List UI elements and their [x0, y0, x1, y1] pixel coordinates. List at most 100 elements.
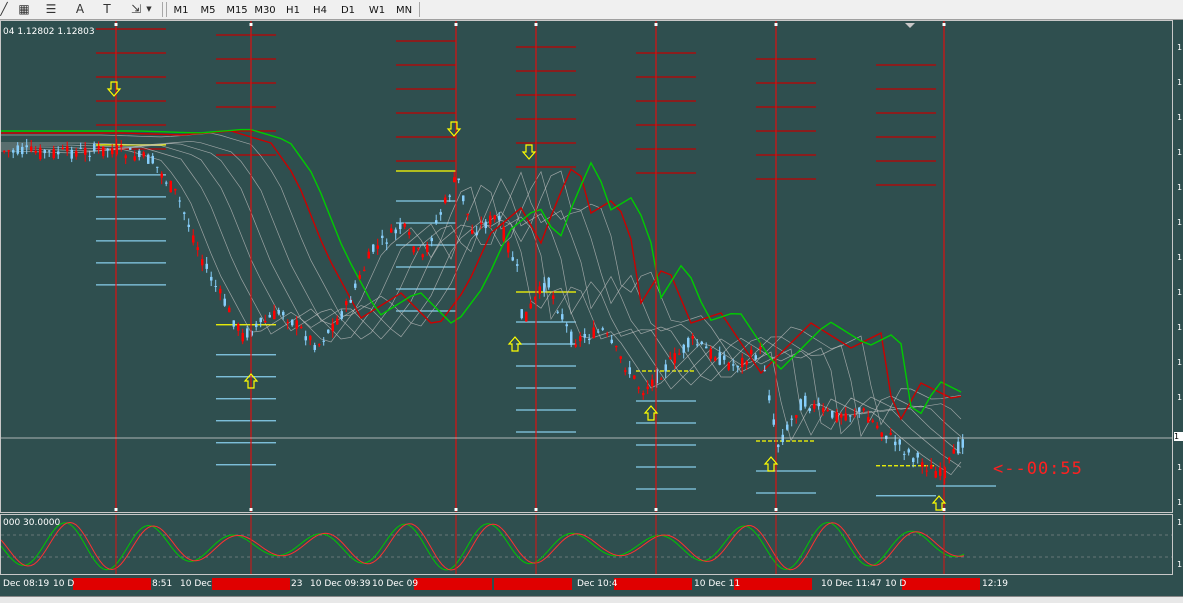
- oscillator-scale-tick: 1: [1177, 518, 1183, 527]
- candle-body: [48, 150, 51, 152]
- candle-body: [300, 326, 303, 328]
- timeframe-m30-button[interactable]: M30: [251, 1, 279, 18]
- candle-body: [259, 317, 262, 323]
- candle-body: [633, 375, 636, 379]
- candle-body: [97, 146, 100, 149]
- session-marker-label: [734, 578, 812, 590]
- candle-body: [394, 229, 397, 234]
- candle-body: [660, 378, 663, 380]
- chart-shift-marker-icon: [905, 23, 915, 28]
- candle-body: [592, 327, 595, 338]
- candle-body: [439, 212, 442, 215]
- candle-body: [30, 146, 33, 152]
- candle-body: [205, 263, 208, 269]
- candle-body: [435, 220, 438, 224]
- candle-body: [349, 299, 352, 303]
- chevron-down-icon[interactable]: ▼: [144, 1, 154, 18]
- candle-body: [700, 341, 703, 345]
- session-marker-label: [902, 578, 980, 590]
- text-label-icon[interactable]: A: [70, 1, 90, 18]
- candle-body: [295, 320, 298, 329]
- candle-body: [385, 242, 388, 244]
- chart-header-prices: 04 1.12802 1.12803: [3, 27, 95, 37]
- candle-body: [628, 367, 631, 375]
- price-tick: 1: [1177, 358, 1183, 367]
- time-label: 10 Dec 11:47: [821, 579, 882, 589]
- time-label: 8:51: [152, 579, 173, 589]
- fibonacci-fan-icon[interactable]: ▦: [14, 1, 34, 18]
- candle-body: [786, 424, 789, 430]
- candle-body: [916, 452, 919, 458]
- candle-body: [804, 395, 807, 407]
- candle-body: [754, 355, 757, 360]
- time-label: 10 Dec 11: [694, 579, 741, 589]
- price-tick: 1: [1177, 113, 1183, 122]
- price-tick: 1: [1177, 288, 1183, 297]
- candle-body: [570, 331, 573, 345]
- candle-body: [75, 151, 78, 157]
- candle-body: [291, 319, 294, 326]
- candle-body: [192, 235, 195, 243]
- candlestick-chart[interactable]: [1, 21, 1172, 512]
- candle-body: [282, 311, 285, 316]
- timeframe-m15-button[interactable]: M15: [223, 1, 251, 18]
- candle-body: [66, 146, 69, 152]
- time-label: 10 Dec 09:39: [310, 579, 371, 589]
- timeframe-m5-button[interactable]: M5: [195, 1, 221, 18]
- price-scale[interactable]: 1 1 1 1 1 1 1 1 1 1 1 1 1 1 1 1: [1174, 20, 1183, 575]
- candle-body: [268, 314, 271, 318]
- time-label: Dec 10:4: [577, 579, 618, 589]
- main-chart-panel[interactable]: 04 1.12802 1.12803 <--00:55: [0, 20, 1173, 513]
- oscillator-panel[interactable]: 000 30.0000: [0, 514, 1173, 575]
- candle-body: [507, 242, 510, 253]
- moving-average-line: [1, 148, 962, 476]
- candle-body: [948, 457, 951, 460]
- candle-body: [129, 147, 132, 150]
- oscillator-header-levels: 000 30.0000: [3, 518, 61, 528]
- candle-body: [246, 328, 249, 338]
- timeframe-mn-button[interactable]: MN: [391, 1, 417, 18]
- candle-body: [610, 339, 613, 344]
- candle-body: [241, 332, 244, 342]
- candle-body: [849, 415, 852, 417]
- candle-body: [25, 145, 28, 148]
- candle-body: [466, 213, 469, 216]
- candle-body: [736, 365, 739, 368]
- candle-body: [367, 251, 370, 259]
- time-axis[interactable]: Dec 08:19 10 D 8:51 10 Dec 23 10 Dec 09:…: [0, 576, 1183, 596]
- price-tick: 1: [1177, 218, 1183, 227]
- candle-body: [403, 223, 406, 227]
- candle-body: [687, 338, 690, 348]
- time-label: 23: [291, 579, 303, 589]
- moving-average-line: [1, 130, 962, 421]
- oscillator-chart[interactable]: [1, 515, 1172, 574]
- price-tick: 1: [1177, 253, 1183, 262]
- session-line-handle: [454, 23, 458, 26]
- price-tick: 1: [1177, 463, 1183, 472]
- fibonacci-retracement-icon[interactable]: ☰: [41, 1, 61, 18]
- time-label: 10 D: [53, 579, 75, 589]
- candle-body: [210, 276, 213, 281]
- candle-body: [160, 173, 163, 178]
- timeframe-h4-button[interactable]: H4: [307, 1, 333, 18]
- candle-body: [120, 145, 123, 147]
- timeframe-m1-button[interactable]: M1: [168, 1, 194, 18]
- candle-body: [106, 148, 109, 151]
- arrow-drawing-icon[interactable]: ⇲: [126, 1, 146, 18]
- candle-body: [880, 432, 883, 437]
- text-box-icon[interactable]: T: [97, 1, 117, 18]
- timeframe-h1-button[interactable]: H1: [280, 1, 306, 18]
- candle-body: [876, 425, 879, 429]
- candle-body: [426, 245, 429, 253]
- line-study-icon[interactable]: ╱: [0, 1, 14, 18]
- session-marker-label: [73, 578, 151, 590]
- candle-body: [84, 147, 87, 155]
- candle-body: [520, 309, 523, 319]
- timeframe-d1-button[interactable]: D1: [335, 1, 361, 18]
- moving-average-line: [1, 128, 962, 415]
- candle-body: [102, 146, 105, 157]
- timeframe-w1-button[interactable]: W1: [364, 1, 390, 18]
- candle-body: [138, 150, 141, 158]
- session-line-handle: [654, 23, 658, 26]
- candle-body: [718, 352, 721, 365]
